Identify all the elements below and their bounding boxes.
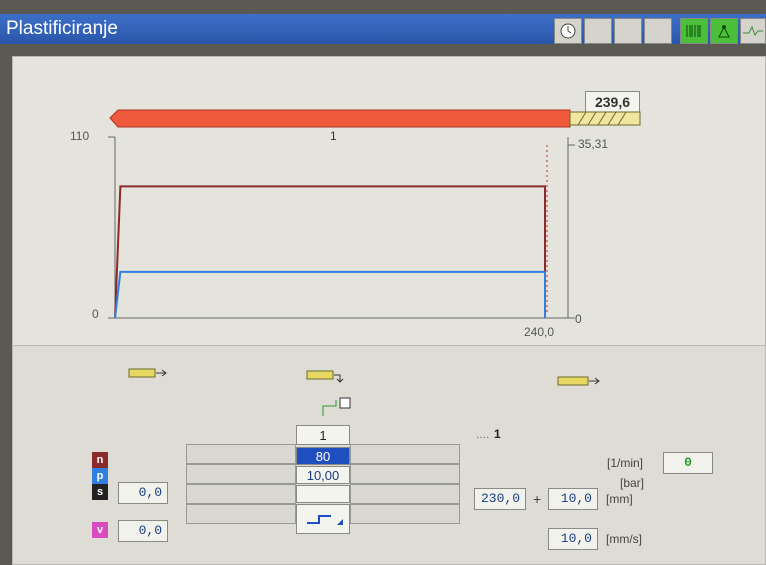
grid-cell <box>350 464 460 484</box>
grid-cell <box>186 484 296 504</box>
y-axis-min-label: 0 <box>92 307 99 321</box>
speed-actual-field: 0 <box>663 452 713 474</box>
grid-cell <box>350 504 460 524</box>
series-line-p <box>114 270 546 319</box>
right-axis-bottom-label: 0 <box>575 312 582 326</box>
series-line-n <box>114 185 546 319</box>
screw-forward-icon <box>128 368 167 378</box>
speed-tag: n <box>92 452 108 468</box>
right-axis-top-label: 35,31 <box>578 137 608 151</box>
stroke-base-field[interactable]: 230,0 <box>474 488 526 510</box>
grid-cell <box>350 484 460 504</box>
screw-retract-icon <box>557 376 600 386</box>
stroke-actual-field: 0,0 <box>118 482 168 504</box>
speed-unit-label: [1/min] <box>607 456 644 470</box>
step-ramp-icon <box>307 515 343 525</box>
plus-sign: + <box>533 491 542 507</box>
screw-bar <box>109 109 571 128</box>
step-label-right: 1 <box>494 427 501 441</box>
y-axis-max-label: 110 <box>70 129 89 143</box>
screw-rotate-icon <box>306 370 344 383</box>
grid-cell <box>350 444 460 464</box>
screw-bar-label: 1 <box>330 129 337 143</box>
velocity-unit-label: [mm/s] <box>606 532 642 546</box>
x-axis-end-label: 240,0 <box>524 325 554 339</box>
step-profile-icon <box>322 397 351 416</box>
stroke-unit-label: [mm] <box>606 492 633 506</box>
grid-cell <box>186 464 296 484</box>
profile-step-button[interactable] <box>296 504 350 534</box>
grid-cell <box>186 504 296 524</box>
stroke-setpoint-field[interactable] <box>296 485 350 503</box>
stroke-decompress-field[interactable]: 10,0 <box>548 488 598 510</box>
velocity-tag: v <box>92 522 108 538</box>
pressure-unit-label: [bar] <box>620 476 645 490</box>
velocity-actual-field: 0,0 <box>118 520 168 542</box>
stroke-tag: s <box>92 484 108 500</box>
step-dots: .... <box>476 427 490 441</box>
speed-setpoint-field[interactable]: 80 <box>296 447 350 465</box>
velocity-decompress-field[interactable]: 10,0 <box>548 528 598 550</box>
grid-cell <box>186 444 296 464</box>
step-header: 1 <box>296 425 350 445</box>
pressure-tag: p <box>92 468 108 484</box>
pressure-setpoint-field[interactable]: 10,00 <box>296 466 350 484</box>
